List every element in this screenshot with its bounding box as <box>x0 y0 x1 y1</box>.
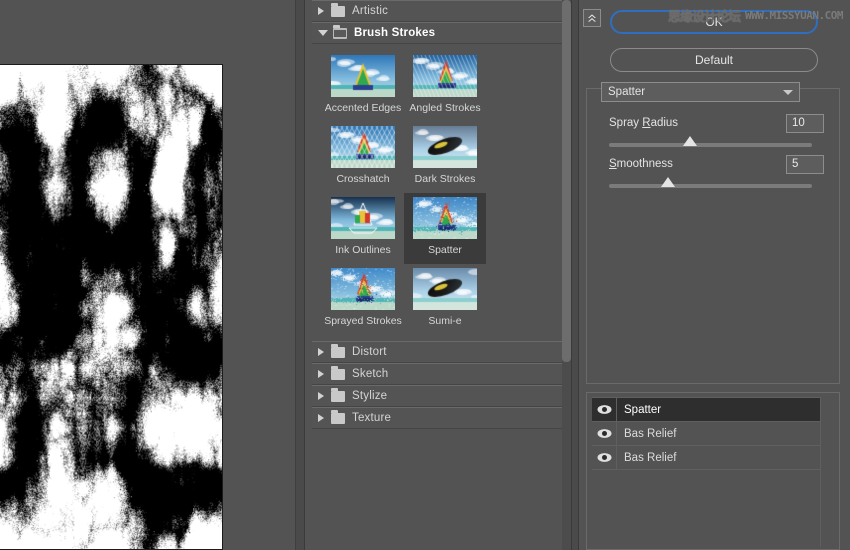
pane-divider-right[interactable] <box>571 0 579 550</box>
filter-category-brush-strokes[interactable]: Brush Strokes <box>312 22 563 44</box>
parameter-spray-radius: Spray Radius 10 <box>609 113 824 147</box>
filter-select-value: Spatter <box>608 86 783 98</box>
filter-layer-row[interactable]: Spatter <box>592 398 820 422</box>
preview-image-frame[interactable] <box>0 64 223 550</box>
parameter-slider-track[interactable] <box>609 143 812 147</box>
eye-icon <box>597 404 612 415</box>
parameter-slider-track[interactable] <box>609 184 812 188</box>
filter-category-artistic[interactable]: Artistic <box>312 0 563 22</box>
triangle-right-icon <box>318 370 324 378</box>
triangle-right-icon <box>318 7 324 15</box>
eye-icon <box>597 452 612 463</box>
filter-item-label: Crosshatch <box>336 173 389 185</box>
folder-open-icon <box>333 28 347 39</box>
filter-category-label: Brush Strokes <box>354 27 435 39</box>
default-button-label: Default <box>695 53 733 67</box>
layer-name-label: Bas Relief <box>617 452 676 464</box>
parameter-smoothness: Smoothness 5 <box>609 154 824 188</box>
filter-category-list: Artistic Brush Strokes Accented Edges Angle… <box>312 0 563 550</box>
filter-item-sprayed-strokes[interactable]: Sprayed Strokes <box>322 264 404 335</box>
filter-category-label: Distort <box>352 346 387 358</box>
triangle-down-icon <box>318 30 328 36</box>
layer-name-label: Bas Relief <box>617 428 676 440</box>
filter-item-spatter[interactable]: Spatter <box>404 193 486 264</box>
filter-category-texture[interactable]: Texture <box>312 407 563 429</box>
filter-thumbnail-image <box>331 126 395 168</box>
filter-category-label: Texture <box>352 412 391 424</box>
filter-thumbnail-image <box>331 197 395 239</box>
default-button[interactable]: Default <box>610 48 818 72</box>
layer-visibility-toggle[interactable] <box>592 398 617 421</box>
filter-item-ink-outlines[interactable]: Ink Outlines <box>322 193 404 264</box>
filter-list-scrollbar[interactable] <box>562 0 571 550</box>
folder-icon <box>331 369 345 380</box>
eye-icon <box>597 428 612 439</box>
layer-visibility-toggle[interactable] <box>592 446 617 469</box>
filter-category-sketch[interactable]: Sketch <box>312 363 563 385</box>
collapse-panel-button[interactable] <box>583 9 601 27</box>
filter-list-scrollbar-thumb[interactable] <box>562 0 571 362</box>
filter-item-angled-strokes[interactable]: Angled Strokes <box>404 51 486 122</box>
layer-visibility-toggle[interactable] <box>592 422 617 445</box>
filter-thumbnail-image <box>331 268 395 310</box>
filter-thumbnail-image <box>413 197 477 239</box>
parameter-value-field[interactable]: 10 <box>786 114 824 133</box>
pane-divider-left[interactable] <box>296 0 305 550</box>
double-chevron-up-icon <box>586 12 598 24</box>
folder-icon <box>331 413 345 424</box>
controls-pane: OK Default Spatter Spray Radius 10 Smoothn… <box>579 0 850 550</box>
ok-button[interactable]: OK <box>610 10 818 34</box>
filter-browser-pane: Artistic Brush Strokes Accented Edges Angle… <box>306 0 575 550</box>
folder-icon <box>331 391 345 402</box>
triangle-right-icon <box>318 348 324 356</box>
filter-layer-row[interactable]: Bas Relief <box>592 422 820 446</box>
filter-category-distort[interactable]: Distort <box>312 341 563 363</box>
filter-category-label: Sketch <box>352 368 388 380</box>
filter-item-label: Sumi-e <box>428 315 461 327</box>
filter-thumbnail-image <box>413 126 477 168</box>
filter-category-label: Stylize <box>352 390 387 402</box>
folder-icon <box>331 347 345 358</box>
filter-thumbnail-image <box>331 55 395 97</box>
filter-item-label: Spatter <box>428 244 462 256</box>
filter-layers-panel: Spatter Bas Relief Bas Relief <box>586 392 840 550</box>
parameter-label: Smoothness <box>609 158 786 170</box>
filter-item-accented-edges[interactable]: Accented Edges <box>322 51 404 122</box>
filter-gallery-dialog: Artistic Brush Strokes Accented Edges Angle… <box>0 0 850 550</box>
filter-item-label: Angled Strokes <box>409 102 480 114</box>
filter-item-label: Sprayed Strokes <box>324 315 402 327</box>
filter-thumbnail-image <box>413 268 477 310</box>
preview-pane <box>0 0 296 550</box>
parameter-slider-thumb[interactable] <box>661 177 675 187</box>
filter-select-dropdown[interactable]: Spatter <box>601 82 800 102</box>
layer-name-label: Spatter <box>617 404 661 416</box>
triangle-right-icon <box>318 414 324 422</box>
filter-item-crosshatch[interactable]: Crosshatch <box>322 122 404 193</box>
parameter-slider-thumb[interactable] <box>683 136 697 146</box>
filter-item-label: Ink Outlines <box>335 244 390 256</box>
filter-item-label: Dark Strokes <box>415 173 476 185</box>
triangle-right-icon <box>318 392 324 400</box>
filter-item-label: Accented Edges <box>325 102 401 114</box>
filter-layer-row[interactable]: Bas Relief <box>592 446 820 470</box>
filter-layers-list: Spatter Bas Relief Bas Relief <box>592 397 820 470</box>
filter-item-dark-strokes[interactable]: Dark Strokes <box>404 122 486 193</box>
filter-item-sumi-e[interactable]: Sumi-e <box>404 264 486 335</box>
parameter-label: Spray Radius <box>609 117 786 129</box>
folder-icon <box>331 6 345 17</box>
filter-thumbnail-image <box>413 55 477 97</box>
ok-button-label: OK <box>705 15 722 29</box>
chevron-down-icon <box>783 90 793 95</box>
parameter-value-field[interactable]: 5 <box>786 155 824 174</box>
filter-preview-image[interactable] <box>0 65 222 549</box>
filter-thumbnail-grid: Accented Edges Angled Strokes Crosshatch Da… <box>312 44 563 341</box>
filter-category-stylize[interactable]: Stylize <box>312 385 563 407</box>
filter-category-label: Artistic <box>352 5 388 17</box>
filter-layers-scrollbar[interactable] <box>820 397 831 547</box>
